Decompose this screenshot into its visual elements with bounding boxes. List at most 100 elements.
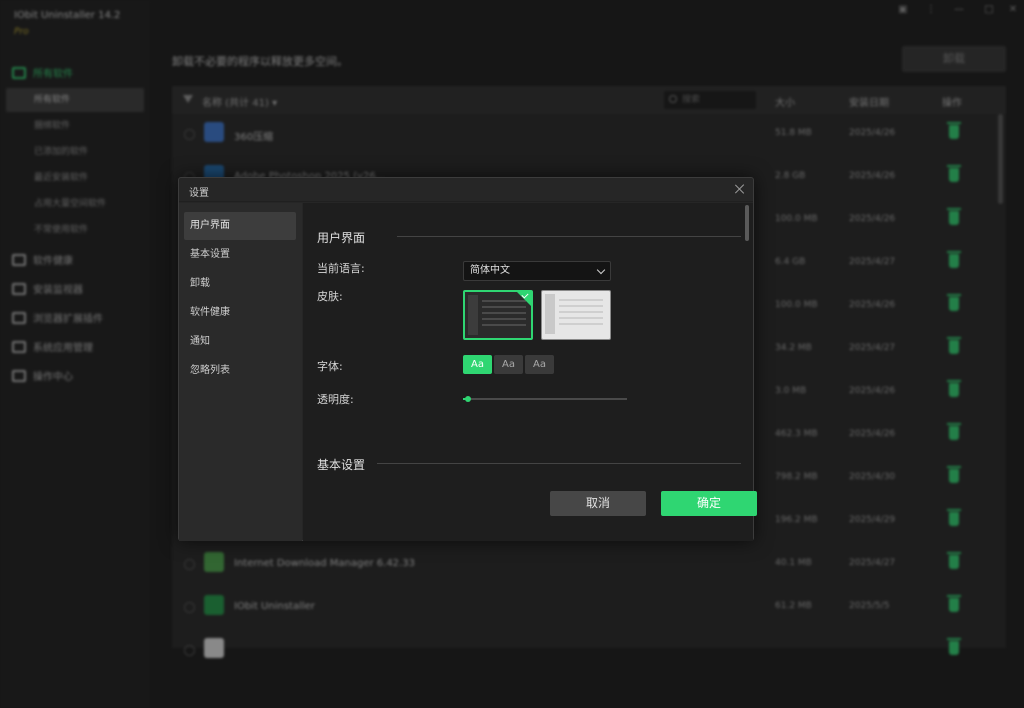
skin-preview-row [559,305,603,307]
program-size: 3.0 MB [775,386,807,396]
name-column-header[interactable]: 名称 (共计 41) ▾ [202,94,277,109]
sidebar-item-recent[interactable]: 最近安装软件 [6,166,144,190]
table-header: 名称 (共计 41) ▾ 搜索 大小 安装日期 操作 [172,86,1006,114]
trash-icon[interactable] [947,122,961,139]
sidebar-group-system-apps[interactable]: 系统应用管理 [12,339,93,354]
window-close-icon[interactable]: ✕ [1006,4,1020,15]
sidebar-item-bundled[interactable]: 捆绑软件 [6,114,144,138]
chevron-down-icon [596,265,606,275]
table-row[interactable]: 360压缩 51.8 MB 2025/4/26 [172,114,1006,157]
settings-nav-software-health[interactable]: 软件健康 [184,299,296,327]
font-option-medium[interactable]: Aa [494,355,523,374]
section-title-user-interface: 用户界面 [317,231,366,245]
skin-preview-row [559,323,603,325]
opacity-slider[interactable] [463,396,627,402]
install-date: 2025/4/27 [849,257,896,267]
skin-preview-row [482,306,526,308]
sidebar-item-large[interactable]: 占用大量空间软件 [6,192,144,216]
program-icon [204,595,224,615]
trash-icon[interactable] [947,380,961,397]
settings-nav-user-interface[interactable]: 用户界面 [184,212,296,240]
minimize-icon[interactable]: — [952,4,966,15]
sidebar-group-label: 浏览器扩展插件 [33,314,103,325]
feedback-icon[interactable]: ▣ [896,4,910,15]
trash-icon[interactable] [947,251,961,268]
content-scrollbar[interactable] [745,205,749,241]
section-divider [377,463,741,464]
opacity-label: 透明度: [317,393,354,406]
trash-icon[interactable] [947,165,961,182]
skin-preview-sidebar [545,294,555,334]
row-checkbox[interactable] [184,559,195,570]
install-date: 2025/4/26 [849,300,896,310]
menu-icon[interactable]: ⋮ [924,4,938,15]
skin-preview-row [482,312,526,314]
sidebar-group-install-monitor[interactable]: 安装监视器 [12,281,83,296]
sidebar-item-all-software[interactable]: 所有软件 [6,88,144,112]
skin-dark-option[interactable] [463,290,533,340]
sidebar-group-browser-extensions[interactable]: 浏览器扩展插件 [12,310,103,325]
settings-nav-uninstall[interactable]: 卸载 [184,270,296,298]
row-checkbox[interactable] [184,645,195,656]
program-size: 40.1 MB [775,558,812,568]
trash-icon[interactable] [947,294,961,311]
date-column-header[interactable]: 安装日期 [849,94,889,109]
sidebar-group-all-software[interactable]: 所有软件 [12,65,73,80]
program-name: Internet Download Manager 6.42.33 [234,558,415,569]
maximize-icon[interactable]: □ [982,4,996,15]
sidebar-group-action-center[interactable]: 操作中心 [12,368,73,383]
ok-button[interactable]: 确定 [661,491,757,516]
language-select[interactable]: 简体中文 [463,261,611,281]
sidebar-item-rarely-used[interactable]: 不常使用软件 [6,218,144,242]
skin-preview-row [559,317,603,319]
font-option-large[interactable]: Aa [525,355,554,374]
close-icon[interactable] [733,182,747,196]
program-name: 360压缩 [234,132,274,143]
table-row[interactable]: Internet Download Manager 6.42.33 40.1 MB… [172,544,1006,587]
settings-nav-notifications[interactable]: 通知 [184,328,296,356]
section-divider [397,236,741,237]
skin-light-option[interactable] [541,290,611,340]
program-size: 462.3 MB [775,429,818,439]
filter-icon[interactable] [183,95,193,103]
row-checkbox[interactable] [184,602,195,613]
skin-preview-row [482,324,526,326]
sidebar-group-label: 系统应用管理 [33,343,93,354]
opacity-slider-thumb[interactable] [464,396,471,402]
install-date: 2025/5/5 [849,601,890,611]
table-scrollbar[interactable] [998,114,1003,204]
sidebar-group-label: 操作中心 [33,372,73,383]
trash-icon[interactable] [947,208,961,225]
install-date: 2025/4/26 [849,214,896,224]
trash-icon[interactable] [947,337,961,354]
sidebar-item-added[interactable]: 已添加的软件 [6,140,144,164]
program-size: 6.4 GB [775,257,806,267]
cancel-button[interactable]: 取消 [550,491,646,516]
trash-icon[interactable] [947,466,961,483]
trash-icon[interactable] [947,638,961,655]
search-input[interactable]: 搜索 [664,91,756,109]
skin-label: 皮肤: [317,290,343,303]
install-date: 2025/4/27 [849,343,896,353]
sidebar-group-health[interactable]: 软件健康 [12,252,73,267]
trash-icon[interactable] [947,595,961,612]
program-name: IObit Uninstaller [234,601,315,612]
font-option-small[interactable]: Aa [463,355,492,374]
settings-nav-ignore-list[interactable]: 忽略列表 [184,357,296,385]
table-row[interactable]: IObit Uninstaller 61.2 MB 2025/5/5 [172,587,1006,630]
uninstall-button[interactable]: 卸载 [902,46,1006,72]
app-title: IObit Uninstaller 14.2 [14,10,121,21]
font-label: 字体: [317,360,343,373]
trash-icon[interactable] [947,552,961,569]
table-row[interactable] [172,630,1006,673]
sidebar: IObit Uninstaller 14.2 Pro 所有软件 所有软件 捆绑软… [0,0,150,708]
size-column-header[interactable]: 大小 [775,94,795,109]
trash-icon[interactable] [947,509,961,526]
row-checkbox[interactable] [184,129,195,140]
page-tip: 卸载不必要的程序以释放更多空间。 [172,55,348,68]
windows-icon [12,340,26,353]
settings-nav-basic[interactable]: 基本设置 [184,241,296,269]
trash-icon[interactable] [947,423,961,440]
sidebar-group-label: 所有软件 [33,69,73,80]
section-title-basic-settings: 基本设置 [317,458,366,472]
